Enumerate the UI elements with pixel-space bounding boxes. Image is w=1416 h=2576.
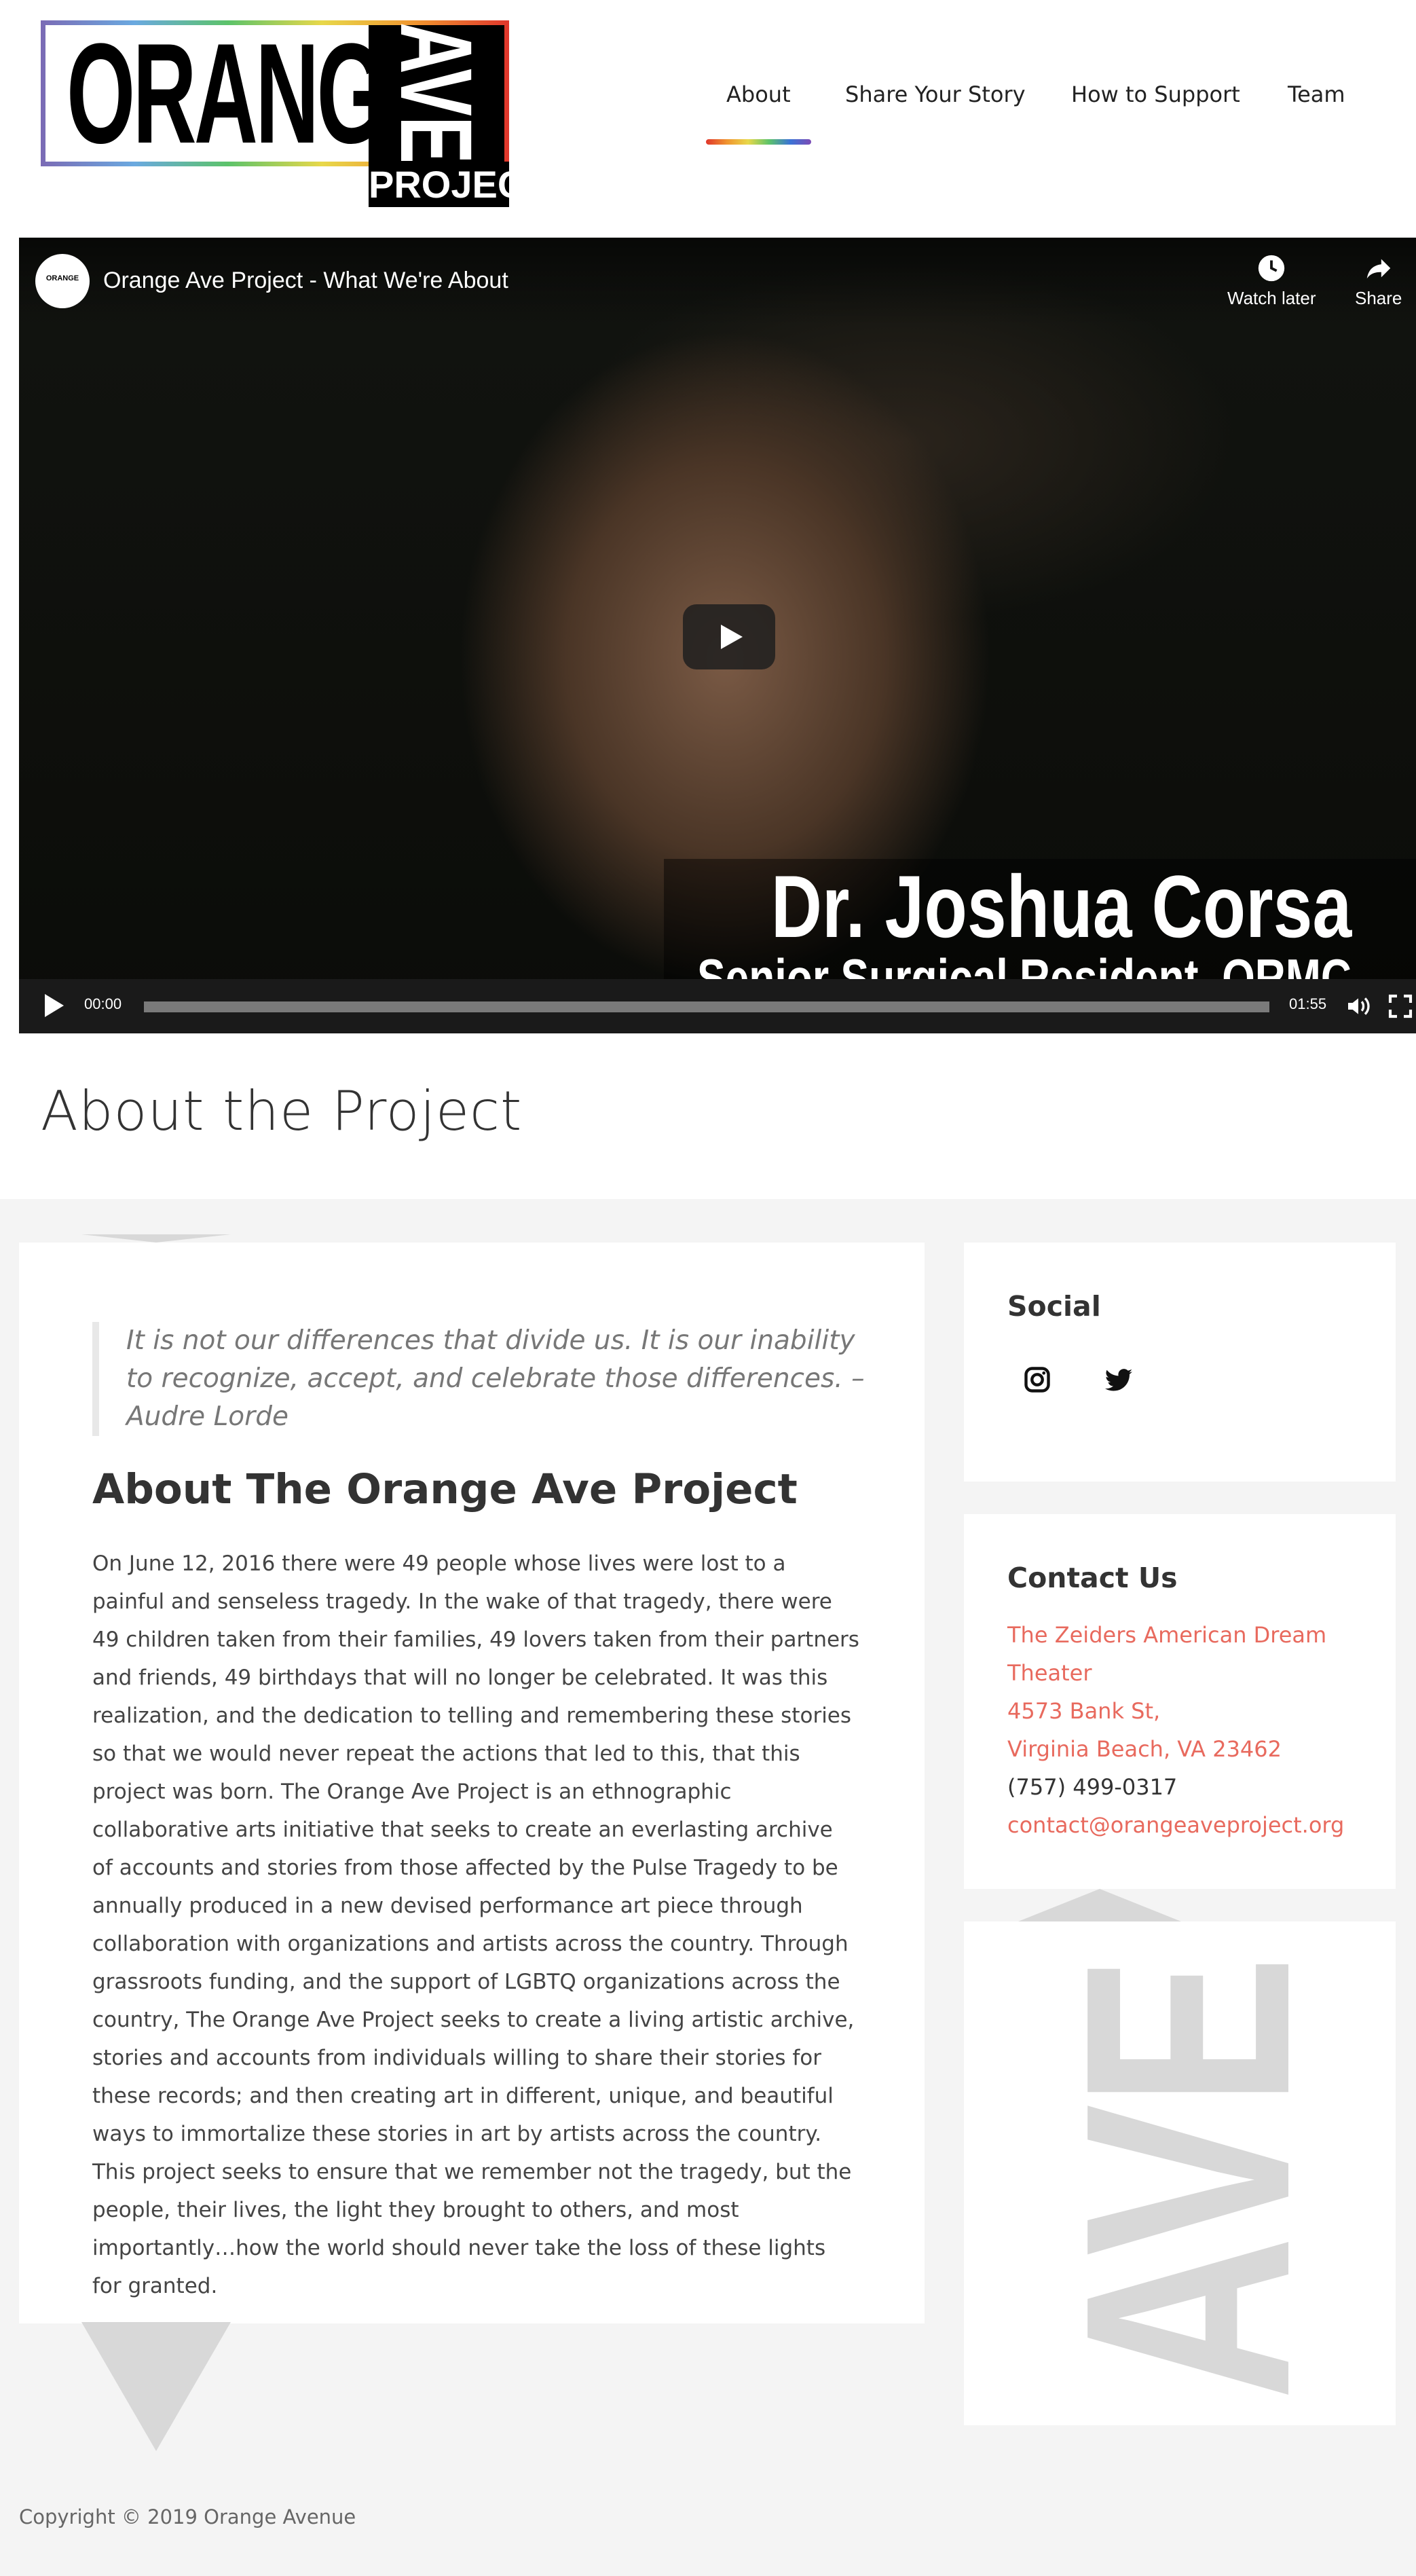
current-time: 00:00 [84,995,122,1012]
site-footer: Copyright © 2019 Orange Avenue [19,2505,356,2528]
duration: 01:55 [1289,995,1327,1012]
phone-number: (757) 499-0317 [1007,1774,1178,1800]
street-address-link[interactable]: 4573 Bank St, [1007,1692,1160,1730]
contact-widget: Contact Us The Zeiders American Dream Th… [964,1514,1396,1889]
email-link[interactable]: contact@orangeaveproject.org [1007,1806,1344,1844]
social-widget: Social [964,1243,1396,1482]
logo-word-ave: AVE [379,22,493,164]
clock-icon [1259,255,1285,282]
city-address-link[interactable]: Virginia Beach, VA 23462 [1007,1730,1282,1768]
video-title[interactable]: Orange Ave Project - What We're About [103,268,508,294]
site-logo[interactable]: ORANGE AVE PROJECT [41,20,548,207]
ave-graphic-text: AVE [1025,1958,1351,2401]
about-article: It is not our differences that divide us… [19,1243,925,2323]
watch-later-label: Watch later [1227,288,1316,308]
nav-about[interactable]: About [706,81,811,149]
nav-share-your-story[interactable]: Share Your Story [845,81,1026,149]
article-heading: About The Orange Ave Project [92,1465,798,1513]
logo-word-project: PROJECT [369,162,548,207]
instagram-icon[interactable] [1022,1365,1052,1395]
ave-graphic-widget: AVE [964,1921,1396,2425]
play-icon-large[interactable] [683,604,775,669]
progress-track[interactable] [144,1001,1269,1012]
audre-lorde-quote: It is not our differences that divide us… [92,1322,866,1436]
venue-link[interactable]: The Zeiders American Dream [1007,1616,1326,1654]
decorative-ave-tab [1018,1889,1181,1921]
article-body: On June 12, 2016 there were 49 people wh… [92,1551,859,2298]
decorative-triangle [81,2322,231,2451]
play-icon[interactable] [45,994,64,1017]
social-heading: Social [1007,1290,1101,1323]
video-overlay-name: Dr. Joshua Corsa [770,857,1352,956]
nav-how-to-support[interactable]: How to Support [1071,81,1240,149]
page-title: About the Project [41,1080,523,1143]
share-label: Share [1355,288,1402,308]
decorative-triangle-top [81,1234,231,1243]
video-control-bar: 00:00 01:55 [19,979,1416,1033]
fullscreen-icon[interactable] [1387,993,1414,1020]
share-button[interactable]: Share [1355,253,1402,309]
venue-link-continued[interactable]: Theater [1007,1654,1092,1692]
contact-heading: Contact Us [1007,1562,1178,1594]
nav-team[interactable]: Team [1288,81,1345,149]
logo-ave-block: AVE [369,22,504,164]
twitter-icon[interactable] [1104,1365,1134,1395]
copyright-text: Copyright © 2019 Orange Avenue [19,2505,356,2528]
video-player[interactable]: ORANGE Orange Ave Project - What We're A… [19,238,1416,1033]
volume-icon[interactable] [1345,993,1372,1020]
watch-later-button[interactable]: Watch later [1227,253,1316,309]
channel-avatar[interactable]: ORANGE [35,254,90,308]
share-arrow-icon [1366,259,1390,279]
site-header: ORANGE AVE PROJECT About Share Your Stor… [0,0,1416,238]
